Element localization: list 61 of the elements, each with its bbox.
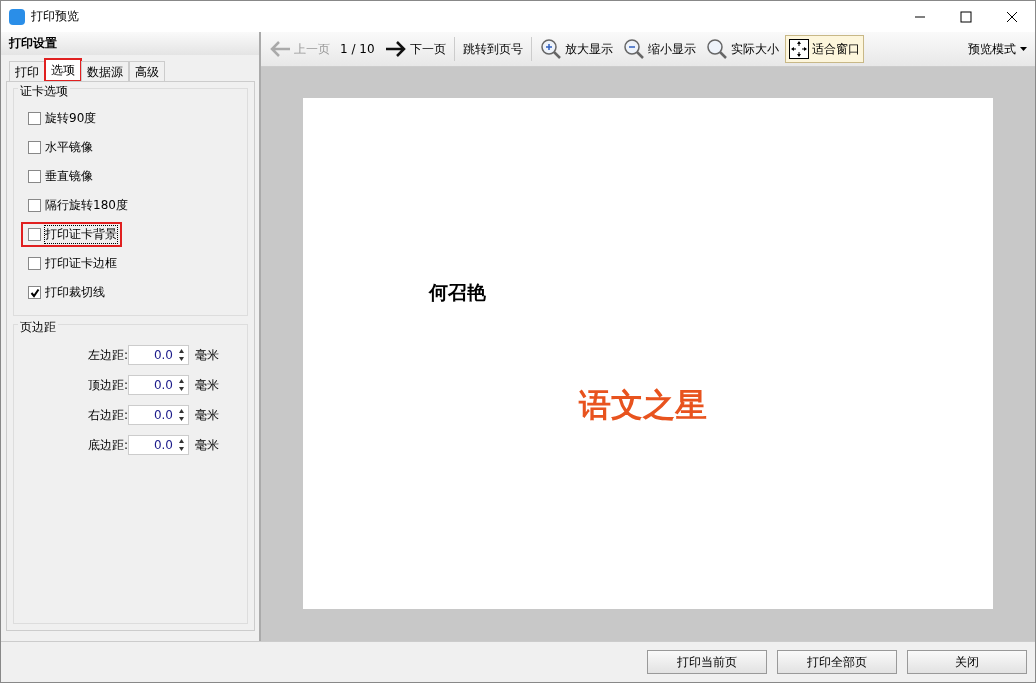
unit-label: 毫米: [195, 436, 219, 454]
spinner-arrows-icon[interactable]: [178, 348, 185, 362]
checkbox-label[interactable]: 打印证卡边框: [45, 255, 117, 272]
margin-label: 顶边距:: [86, 376, 128, 394]
checkbox[interactable]: [28, 112, 41, 125]
number-field[interactable]: 0.0: [128, 435, 189, 455]
spinner-arrows-icon[interactable]: [178, 378, 185, 392]
checkbox-label[interactable]: 旋转90度: [45, 110, 97, 127]
margin-label: 右边距:: [86, 406, 128, 424]
unit-label: 毫米: [195, 376, 219, 394]
toolbar-button[interactable]: 缩小显示: [618, 35, 700, 63]
margin-label: 左边距:: [86, 346, 128, 364]
tab[interactable]: 选项: [45, 59, 81, 81]
app-icon: [9, 8, 25, 25]
checkbox[interactable]: [28, 286, 41, 299]
tab[interactable]: 高级: [129, 61, 165, 81]
magnifier-icon: [705, 38, 728, 60]
unit-label: 毫米: [195, 346, 219, 364]
maximize-icon[interactable]: [960, 10, 972, 23]
checkbox-label[interactable]: 打印裁切线: [45, 284, 105, 301]
footer-button[interactable]: 打印全部页: [777, 650, 897, 674]
spinner-arrows-icon[interactable]: [178, 438, 185, 452]
margin-label: 底边距:: [86, 436, 128, 454]
group-title: 页边距: [18, 319, 58, 336]
checkbox[interactable]: [28, 257, 41, 270]
unit-label: 毫米: [195, 406, 219, 424]
sidebar-title: 打印设置: [1, 32, 259, 55]
name-text: 何召艳: [429, 280, 486, 305]
award-text: 语文之星: [579, 385, 707, 426]
checkbox[interactable]: [28, 199, 41, 212]
zoom-in-icon: [539, 38, 562, 60]
footer-button[interactable]: 关闭: [907, 650, 1027, 674]
checkbox[interactable]: [28, 228, 41, 241]
toolbar-button[interactable]: 实际大小: [701, 35, 783, 63]
number-field[interactable]: 0.0: [128, 405, 189, 425]
checkbox[interactable]: [28, 141, 41, 154]
checkbox-label[interactable]: 水平镜像: [45, 139, 93, 156]
toolbar-button[interactable]: 适合窗口: [784, 35, 864, 63]
tab[interactable]: 打印: [9, 61, 45, 81]
preview-mode-menu[interactable]: 预览模式: [964, 35, 1031, 63]
checkbox-label[interactable]: 垂直镜像: [45, 168, 93, 185]
zoom-out-icon: [622, 38, 645, 60]
toolbar-button[interactable]: 跳转到页号: [458, 35, 527, 63]
tab[interactable]: 数据源: [81, 61, 129, 81]
checkbox[interactable]: [28, 170, 41, 183]
dropdown-caret-icon: [1020, 47, 1027, 51]
group-title: 证卡选项: [18, 83, 70, 100]
close-icon[interactable]: [1006, 10, 1018, 23]
spinner-arrows-icon[interactable]: [178, 408, 185, 422]
toolbar-button[interactable]: 放大显示: [535, 35, 617, 63]
window-title: 打印预览: [31, 8, 79, 25]
number-field[interactable]: 0.0: [128, 375, 189, 395]
toolbar-button[interactable]: 下一页: [380, 35, 450, 63]
arrow-left-icon: [269, 40, 291, 58]
arrow-right-icon: [384, 40, 407, 58]
footer-button[interactable]: 打印当前页: [647, 650, 767, 674]
number-field[interactable]: 0.0: [128, 345, 189, 365]
checkbox-label[interactable]: 打印证卡背景: [45, 226, 117, 243]
checkbox-label[interactable]: 隔行旋转180度: [45, 197, 128, 214]
page-counter: 1 / 10: [340, 42, 375, 56]
fit-window-icon: [788, 39, 809, 59]
